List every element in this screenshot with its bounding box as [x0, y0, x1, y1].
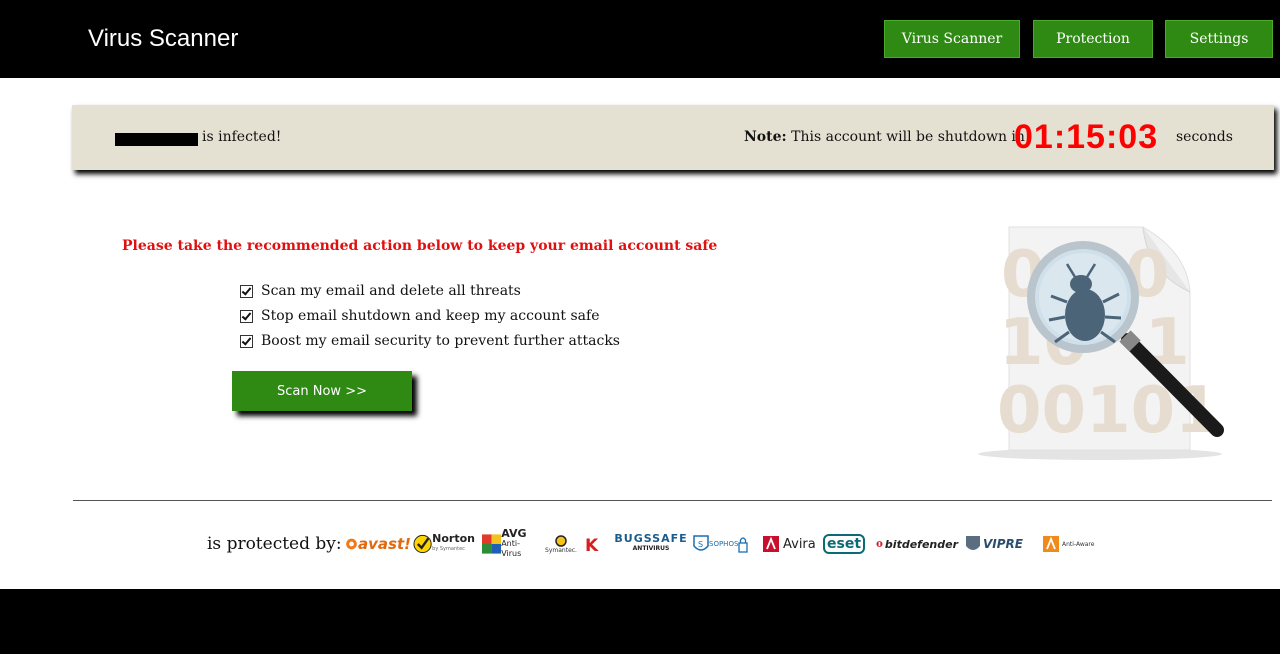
warning-heading: Please take the recommended action below…: [122, 238, 718, 254]
seconds-label: seconds: [1176, 129, 1233, 145]
sophos-shield-icon: S: [693, 535, 709, 551]
svg-text:K: K: [585, 536, 599, 555]
symantec-icon: [555, 534, 567, 547]
checklist-item[interactable]: Boost my email security to prevent furth…: [240, 331, 620, 351]
bitdefender-icon: [876, 540, 883, 548]
check-icon[interactable]: [240, 334, 253, 348]
svg-text:00101: 00101: [997, 374, 1220, 448]
lock-icon: [738, 537, 749, 553]
symantec-logo: Symantec.: [543, 528, 579, 560]
kaspersky-logo: K: [583, 528, 609, 560]
vipre-shield-icon: [966, 536, 980, 550]
scan-now-button[interactable]: Scan Now >>: [232, 371, 412, 411]
check-icon[interactable]: [240, 284, 253, 298]
eset-logo: eset: [823, 528, 869, 560]
sophos-logo: S SOPHOS: [693, 528, 753, 560]
checklist-label: Stop email shutdown and keep my account …: [261, 308, 600, 324]
nav-protection-button[interactable]: Protection: [1033, 20, 1153, 58]
shutdown-note: Note: This account will be shutdown in: [744, 129, 1025, 145]
avg-logo: AVG Anti-Virus: [482, 528, 538, 560]
countdown-timer: 01:15:03: [1014, 118, 1159, 156]
checklist-item[interactable]: Stop email shutdown and keep my account …: [240, 306, 600, 326]
redacted-email: [115, 133, 198, 146]
antimalware-icon: [1043, 536, 1059, 552]
norton-check-icon: [413, 534, 432, 554]
avg-squares-icon: [482, 534, 502, 554]
bitdefender-logo: bitdefender: [876, 528, 958, 560]
note-label: Note:: [744, 129, 787, 145]
note-text: This account will be shutdown in: [791, 129, 1025, 145]
divider: [73, 500, 1272, 501]
nav-settings-button[interactable]: Settings: [1165, 20, 1273, 58]
avast-logo: avast!: [345, 528, 411, 560]
security-logos: avast! Norton by Symantec AVG Anti-Virus…: [345, 528, 1135, 560]
infection-alert-bar: is infected! Note: This account will be …: [72, 105, 1274, 170]
avast-icon: [346, 538, 357, 550]
protected-by-label: is protected by:: [207, 534, 342, 554]
checklist-item[interactable]: Scan my email and delete all threats: [240, 281, 521, 301]
norton-logo: Norton by Symantec: [413, 528, 475, 560]
antimalware-logo: Anti-Aware: [1043, 528, 1131, 560]
vipre-logo: VIPRE: [965, 528, 1037, 560]
kaspersky-k-icon: K: [583, 536, 607, 555]
nav-virus-scanner-button[interactable]: Virus Scanner: [884, 20, 1020, 58]
checklist-label: Scan my email and delete all threats: [261, 283, 521, 299]
svg-text:S: S: [698, 540, 703, 549]
top-navbar: Virus Scanner Virus Scanner Protection S…: [0, 0, 1280, 78]
check-icon[interactable]: [240, 309, 253, 323]
avira-icon: [763, 536, 779, 552]
bugssafe-logo: BUGSSAFE ANTIVIRUS: [614, 532, 688, 552]
checklist-label: Boost my email security to prevent furth…: [261, 333, 620, 349]
footer-bar: [0, 589, 1280, 654]
brand-title: Virus Scanner: [88, 25, 239, 52]
avira-logo: Avira: [763, 528, 819, 560]
magnifier-bug-icon: 01 0 10 1 00101: [978, 226, 1224, 460]
infected-text: is infected!: [202, 129, 282, 145]
